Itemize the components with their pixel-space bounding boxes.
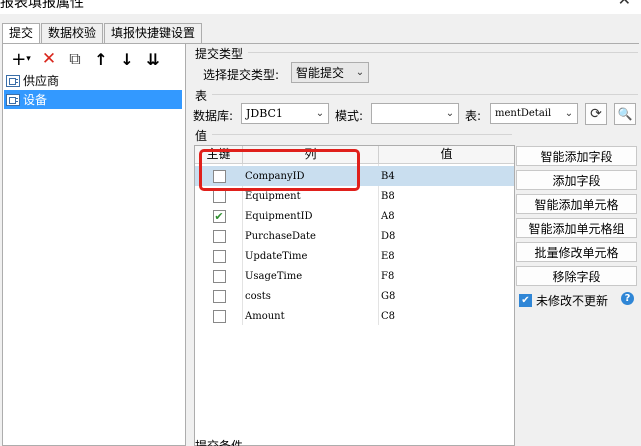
submit-type-value: 智能提交 xyxy=(296,66,345,80)
value-section-label: 值 xyxy=(195,129,208,143)
cell-value[interactable]: A8 xyxy=(379,211,514,222)
unmodified-no-update-option[interactable]: ✔ 未修改不更新 xyxy=(519,292,608,309)
database-label: 数据库: xyxy=(193,109,234,123)
copy-icon: ⧉ xyxy=(69,49,81,68)
chevron-down-icon: ⌄ xyxy=(445,108,455,119)
tab-shortcut-settings[interactable]: 填报快捷键设置 xyxy=(104,23,203,44)
column-name: Amount xyxy=(245,310,285,322)
submit-type-select[interactable]: 智能提交 ⌄ xyxy=(291,62,369,83)
refresh-icon: ⟳ xyxy=(590,106,602,122)
help-icon[interactable]: ? xyxy=(621,292,634,305)
move-down-button[interactable]: ↓ xyxy=(114,49,140,69)
table-label: 表: xyxy=(465,109,482,123)
cell-value[interactable]: B4 xyxy=(379,171,514,182)
section-divider xyxy=(248,52,638,53)
cell-value[interactable]: F8 xyxy=(379,271,514,282)
column-name: Equipment xyxy=(245,190,301,202)
submit-tree: 供应商 设备 xyxy=(4,71,182,109)
arrow-up-icon: ↑ xyxy=(94,49,108,69)
plus-icon: + xyxy=(11,48,27,70)
tab-data-validation[interactable]: 数据校验 xyxy=(41,23,104,44)
tree-item-equipment[interactable]: 设备 xyxy=(4,90,182,109)
add-field-button[interactable]: 添加字段 xyxy=(516,170,637,190)
close-icon[interactable]: ✕ xyxy=(618,0,631,9)
primary-key-checkbox[interactable] xyxy=(212,249,226,263)
batch-modify-cell-button[interactable]: 批量修改单元格 xyxy=(516,242,637,262)
primary-key-checkbox[interactable] xyxy=(212,309,226,323)
table-row[interactable]: ✔ EquipmentID A8 xyxy=(195,206,514,226)
move-up-button[interactable]: ↑ xyxy=(88,49,114,69)
preview-button[interactable]: 🔍 xyxy=(614,103,636,125)
copy-button[interactable]: ⧉ xyxy=(62,49,88,69)
unmodified-no-update-label: 未修改不更新 xyxy=(536,294,609,308)
primary-key-checkbox[interactable] xyxy=(212,189,226,203)
primary-key-checkbox[interactable] xyxy=(212,269,226,283)
delete-button[interactable]: ✕ xyxy=(36,49,62,69)
chevron-down-icon: ⌄ xyxy=(315,108,325,119)
chevron-down-icon: ⌄ xyxy=(564,108,574,119)
list-toolbar: + ▾ ✕ ⧉ ↑ ↓ ⇊ xyxy=(6,48,166,70)
remove-field-button[interactable]: 移除字段 xyxy=(516,266,637,286)
tab-submit[interactable]: 提交 xyxy=(2,23,41,45)
primary-key-checkbox[interactable] xyxy=(212,289,226,303)
unmodified-no-update-checkbox[interactable]: ✔ xyxy=(519,294,532,307)
database-select[interactable]: JDBC1 ⌄ xyxy=(241,103,329,124)
table-row[interactable]: costs G8 xyxy=(195,286,514,306)
header-value[interactable]: 值 xyxy=(379,146,514,164)
submit-type-label: 选择提交类型: xyxy=(203,68,280,82)
table-section-label: 表 xyxy=(195,89,208,103)
smart-add-cell-button[interactable]: 智能添加单元格 xyxy=(516,194,637,214)
column-name: PurchaseDate xyxy=(245,230,316,242)
table-row[interactable]: UsageTime F8 xyxy=(195,266,514,286)
table-name-select[interactable]: mentDetail ⌄ xyxy=(490,103,578,124)
smart-add-field-button[interactable]: 智能添加字段 xyxy=(516,146,637,166)
submit-condition-section-label: 提交条件 xyxy=(195,439,244,446)
database-value: JDBC1 xyxy=(246,107,283,120)
table-name-value: mentDetail xyxy=(495,108,552,119)
primary-key-checkbox[interactable]: ✔ xyxy=(212,209,226,223)
window-title: 报表填报属性 xyxy=(0,0,84,11)
preview-icon: 🔍 xyxy=(617,107,633,121)
smart-add-cell-group-button[interactable]: 智能添加单元格组 xyxy=(516,218,637,238)
arrow-down-icon: ↓ xyxy=(120,49,134,69)
table-icon xyxy=(6,74,20,87)
tree-item-supplier[interactable]: 供应商 xyxy=(4,71,182,90)
title-bar: 报表填报属性 ✕ xyxy=(0,0,641,14)
highlight-box xyxy=(199,149,360,191)
dropdown-arrow-icon: ▾ xyxy=(26,54,31,64)
table-row[interactable]: PurchaseDate D8 xyxy=(195,226,514,246)
column-name: UpdateTime xyxy=(245,250,308,262)
tree-item-label: 设备 xyxy=(23,93,48,107)
cell-value[interactable]: C8 xyxy=(379,311,514,322)
section-divider xyxy=(212,134,512,135)
cell-value[interactable]: B8 xyxy=(379,191,514,202)
column-name: UsageTime xyxy=(245,270,303,282)
chevron-down-icon: ⌄ xyxy=(355,67,365,78)
tree-item-label: 供应商 xyxy=(23,74,60,88)
column-name: costs xyxy=(245,290,271,302)
column-name: EquipmentID xyxy=(245,210,313,222)
table-icon xyxy=(6,93,20,106)
schema-select[interactable]: ⌄ xyxy=(371,103,459,124)
primary-key-checkbox[interactable] xyxy=(212,229,226,243)
delete-icon: ✕ xyxy=(41,49,57,69)
cell-value[interactable]: G8 xyxy=(379,291,514,302)
refresh-button[interactable]: ⟳ xyxy=(585,103,607,125)
section-divider xyxy=(212,94,638,95)
cell-value[interactable]: D8 xyxy=(379,231,514,242)
cell-value[interactable]: E8 xyxy=(379,251,514,262)
schema-label: 模式: xyxy=(335,109,364,123)
move-bottom-button[interactable]: ⇊ xyxy=(140,49,166,69)
sort-icon: ⇊ xyxy=(146,49,160,69)
table-row[interactable]: Amount C8 xyxy=(195,306,514,326)
table-row[interactable]: UpdateTime E8 xyxy=(195,246,514,266)
submit-type-section-label: 提交类型 xyxy=(195,47,244,61)
tab-strip: 提交 数据校验 填报快捷键设置 xyxy=(2,23,203,45)
add-button[interactable]: + ▾ xyxy=(6,48,36,70)
